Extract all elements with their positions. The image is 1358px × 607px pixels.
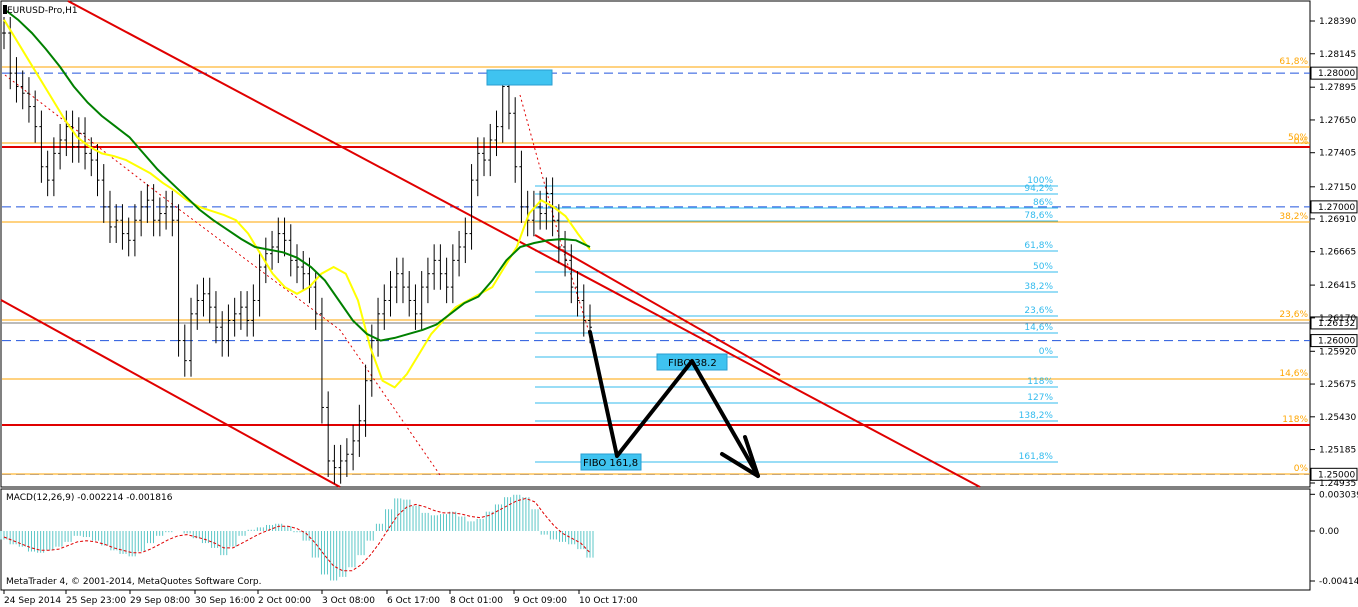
y-tick-label: 1.24935 bbox=[1319, 479, 1356, 489]
level-price-label: 1.28000 bbox=[1318, 69, 1355, 79]
fib-left-label: 38,2% bbox=[1279, 212, 1308, 222]
macd-y-tick-label: -0.004141 bbox=[1319, 577, 1358, 587]
y-tick-label: 1.26415 bbox=[1319, 281, 1356, 291]
x-tick-label: 3 Oct 08:00 bbox=[322, 596, 375, 606]
fib-right-label: 14,6% bbox=[1024, 323, 1053, 333]
fib-left-label: 0% bbox=[1294, 137, 1309, 147]
fib-left-label: 23,6% bbox=[1279, 310, 1308, 320]
x-tick-label: 30 Sep 16:00 bbox=[195, 596, 255, 606]
macd-y-tick-label: 0.003039 bbox=[1319, 490, 1358, 500]
x-tick-label: 29 Sep 08:00 bbox=[130, 596, 190, 606]
x-tick-label: 25 Sep 23:00 bbox=[66, 596, 126, 606]
x-tick-label: 9 Oct 09:00 bbox=[514, 596, 567, 606]
level-price-label: 1.26000 bbox=[1318, 337, 1355, 347]
fib-right-label: 23,6% bbox=[1024, 306, 1053, 316]
chart-title: EURUSD-Pro,H1 bbox=[7, 6, 78, 16]
chart-title-icon bbox=[3, 5, 7, 14]
fib-right-label: 86% bbox=[1033, 198, 1053, 208]
y-tick-label: 1.27150 bbox=[1319, 183, 1356, 193]
x-tick-label: 8 Oct 01:00 bbox=[450, 596, 503, 606]
fib-left-label: 14,6% bbox=[1279, 369, 1308, 379]
y-tick-label: 1.27405 bbox=[1319, 149, 1356, 159]
fib-right-label: 127% bbox=[1027, 393, 1053, 403]
y-tick-label: 1.25675 bbox=[1319, 380, 1356, 390]
fib-left-label: 61,8% bbox=[1279, 57, 1308, 67]
fib-right-label: 138,2% bbox=[1019, 411, 1054, 421]
y-tick-label: 1.26910 bbox=[1319, 215, 1356, 225]
fib-left-label: 118% bbox=[1282, 415, 1308, 425]
fib-right-label: 50% bbox=[1033, 262, 1053, 272]
x-tick-label: 10 Oct 17:00 bbox=[579, 596, 638, 606]
x-tick-label: 2 Oct 00:00 bbox=[258, 596, 311, 606]
trading-chart[interactable]: 1.280001.270001.260001.250001.26132 61,8… bbox=[0, 0, 1358, 607]
macd-title: MACD(12,26,9) -0.002214 -0.001816 bbox=[6, 493, 173, 503]
watermark: MetaTrader 4, © 2001-2014, MetaQuotes So… bbox=[6, 577, 262, 587]
fib-right-label: 61,8% bbox=[1024, 241, 1053, 251]
fib-right-label: 94,2% bbox=[1024, 184, 1053, 194]
y-tick-label: 1.27650 bbox=[1319, 116, 1356, 126]
macd-pane[interactable] bbox=[0, 488, 1311, 591]
y-tick-label: 1.25185 bbox=[1319, 446, 1356, 456]
price-pane[interactable] bbox=[0, 0, 1311, 488]
y-tick-label: 1.25430 bbox=[1319, 413, 1356, 423]
fibo-161-label: FIBO 161,8 bbox=[583, 458, 638, 469]
resistance-box bbox=[486, 69, 553, 86]
macd-y-tick-label: 0.00 bbox=[1319, 527, 1339, 537]
x-tick-label: 6 Oct 17:00 bbox=[387, 596, 440, 606]
fib-right-label: 38,2% bbox=[1024, 282, 1053, 292]
level-price-label: 1.27000 bbox=[1318, 203, 1355, 213]
fib-left-label: 0% bbox=[1294, 464, 1309, 474]
y-tick-label: 1.27895 bbox=[1319, 83, 1356, 93]
y-tick-label: 1.28390 bbox=[1319, 17, 1356, 27]
fib-right-label: 161,8% bbox=[1019, 452, 1054, 462]
y-tick-label: 1.26665 bbox=[1319, 248, 1356, 258]
y-tick-label: 1.28145 bbox=[1319, 50, 1356, 60]
fib-right-label: 118% bbox=[1027, 377, 1053, 387]
y-tick-label: 1.25920 bbox=[1319, 347, 1356, 357]
fib-right-label: 78,6% bbox=[1024, 211, 1053, 221]
x-tick-label: 24 Sep 2014 bbox=[4, 596, 61, 606]
fib-right-label: 0% bbox=[1039, 347, 1054, 357]
y-tick-label: 1.26170 bbox=[1319, 314, 1356, 324]
